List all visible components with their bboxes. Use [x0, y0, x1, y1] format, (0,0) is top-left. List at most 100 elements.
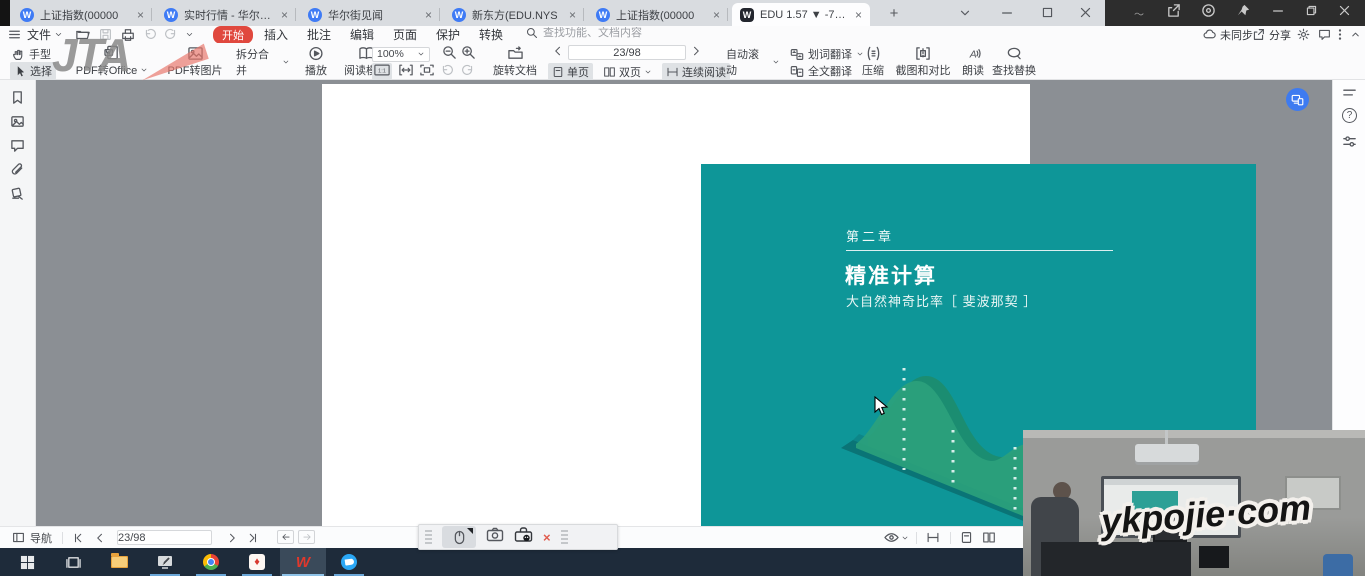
bookmark-icon[interactable]	[10, 90, 25, 110]
prev-page-icon[interactable]	[94, 527, 106, 548]
pin-icon[interactable]	[1236, 3, 1251, 23]
overlay-menu-label[interactable]: ～	[1134, 6, 1144, 21]
double-page-view-toggle[interactable]	[982, 527, 996, 548]
screenshot-camera-button[interactable]	[486, 527, 504, 547]
search-input[interactable]	[543, 27, 743, 39]
find-replace-button[interactable]: 查找替换	[990, 44, 1038, 79]
ribbon-tab-convert[interactable]: 转换	[479, 26, 503, 43]
sync-status[interactable]: 未同步	[1203, 27, 1253, 43]
nav-panel-toggle[interactable]: 导航	[12, 527, 52, 548]
card-game-button[interactable]: ♦	[234, 548, 280, 576]
split-merge-button[interactable]: 拆分合并	[232, 44, 294, 79]
close-icon[interactable]: ×	[137, 9, 144, 21]
select-tool-button[interactable]: 选择	[10, 62, 56, 80]
status-page-indicator[interactable]: 23/98	[117, 530, 212, 545]
mouse-mode-button[interactable]	[442, 526, 476, 548]
camera-record-icon[interactable]	[1201, 3, 1216, 23]
dingtalk-button[interactable]	[326, 548, 372, 576]
single-page-button[interactable]: 单页	[548, 63, 593, 81]
last-page-icon[interactable]	[246, 527, 259, 548]
close-icon[interactable]: ×	[569, 9, 576, 21]
annotation-tool-button[interactable]	[142, 548, 188, 576]
overlay-close-icon[interactable]	[1338, 4, 1351, 22]
close-window-button[interactable]	[1068, 0, 1102, 25]
panel-lines-icon[interactable]	[1342, 86, 1357, 104]
drag-handle[interactable]	[561, 530, 568, 544]
close-icon[interactable]: ×	[855, 9, 862, 21]
ribbon-tab-start[interactable]: 开始	[213, 26, 253, 44]
zoom-out-icon[interactable]	[442, 45, 457, 63]
single-page-view-toggle[interactable]	[960, 527, 973, 548]
attachment-icon[interactable]	[10, 162, 25, 182]
history-back-button[interactable]	[277, 530, 294, 544]
comment-icon[interactable]	[10, 138, 25, 158]
read-aloud-button[interactable]: A 朗读	[956, 44, 990, 79]
drag-handle[interactable]	[425, 530, 432, 544]
sliders-icon[interactable]	[1342, 134, 1357, 154]
overlay-restore-icon[interactable]	[1305, 4, 1318, 22]
redo-icon[interactable]	[164, 28, 177, 41]
ribbon-tab-edit[interactable]: 编辑	[350, 26, 374, 43]
file-explorer-button[interactable]	[96, 548, 142, 576]
settings-gear-icon[interactable]	[1297, 28, 1310, 41]
tab-realtime-quotes[interactable]: W 实时行情 - 华尔… ×	[156, 3, 296, 26]
fit-width-icon[interactable]	[399, 64, 413, 79]
prev-page-icon[interactable]	[552, 45, 564, 60]
pdf-to-image-button[interactable]: PDF转图片	[160, 44, 230, 79]
chrome-button[interactable]	[188, 548, 234, 576]
actual-size-button[interactable]: 1:1	[372, 63, 392, 80]
close-icon[interactable]: ×	[713, 9, 720, 21]
ribbon-tab-protect[interactable]: 保护	[436, 26, 460, 43]
eye-protect-button[interactable]	[884, 527, 909, 548]
hand-tool-button[interactable]: 手型	[12, 46, 51, 62]
rotate-right-icon[interactable]	[461, 64, 474, 80]
auto-scroll-button[interactable]: 自动滚动	[722, 44, 784, 79]
close-float-toolbar-icon[interactable]: ×	[543, 530, 551, 545]
ribbon-tab-comment[interactable]: 批注	[307, 26, 331, 43]
more-options-icon[interactable]	[1338, 28, 1342, 41]
tab-shanghai-index-1[interactable]: W 上证指数(00000 ×	[12, 3, 152, 26]
more-quick-actions-icon[interactable]	[185, 30, 194, 39]
share-button[interactable]: 分享	[1252, 27, 1291, 43]
close-icon[interactable]: ×	[425, 9, 432, 21]
next-page-icon[interactable]	[690, 45, 702, 60]
double-page-button[interactable]: 双页	[599, 63, 656, 81]
maximize-button[interactable]	[1030, 0, 1064, 25]
rotate-left-icon[interactable]	[441, 64, 454, 80]
close-icon[interactable]: ×	[281, 9, 288, 21]
ribbon-tab-insert[interactable]: 插入	[264, 26, 288, 43]
wps-office-button[interactable]: W	[280, 548, 326, 576]
screenshot-compare-button[interactable]: 截图和对比	[892, 44, 954, 79]
minimize-button[interactable]	[990, 0, 1024, 25]
new-tab-button[interactable]: +	[884, 4, 904, 24]
fit-page-icon[interactable]	[420, 64, 434, 79]
zoom-in-icon[interactable]	[461, 45, 476, 63]
overlay-minimize-icon[interactable]	[1271, 4, 1285, 23]
pdf-to-office-button[interactable]: PDF转Office	[66, 44, 158, 79]
help-icon[interactable]: ?	[1342, 108, 1357, 123]
task-view-button[interactable]	[50, 548, 96, 576]
continuous-read-button[interactable]: 连续阅读	[662, 63, 730, 81]
toolbox-button[interactable]	[514, 527, 533, 547]
tab-edu-nyse[interactable]: W 新东方(EDU.NYS ×	[444, 3, 584, 26]
word-translate-button[interactable]: 划词翻译	[790, 46, 864, 62]
ribbon-tab-page[interactable]: 页面	[393, 26, 417, 43]
undo-icon[interactable]	[144, 28, 157, 41]
mobile-sync-badge[interactable]	[1286, 88, 1309, 111]
full-translate-button[interactable]: 全文翻译	[790, 63, 852, 79]
page-indicator-field[interactable]: 23/98	[568, 45, 686, 60]
share-icon[interactable]	[1166, 3, 1181, 23]
play-button[interactable]: 播放	[296, 44, 336, 79]
rotate-doc-button[interactable]: 旋转文档	[486, 44, 544, 79]
tab-wallstreetcn[interactable]: W 华尔街见闻 ×	[300, 3, 440, 26]
collapse-ribbon-icon[interactable]	[1350, 29, 1361, 40]
stamp-icon[interactable]	[10, 186, 25, 206]
save-icon[interactable]	[99, 28, 112, 41]
start-button[interactable]	[4, 548, 50, 576]
search-input-wrap[interactable]	[526, 27, 766, 39]
open-file-icon[interactable]	[76, 28, 90, 42]
image-annotation-icon[interactable]	[10, 114, 25, 134]
tab-shanghai-index-2[interactable]: W 上证指数(00000 ×	[588, 3, 728, 26]
zoom-level-select[interactable]: 100%	[372, 47, 430, 62]
hamburger-menu-icon[interactable]	[8, 28, 21, 41]
